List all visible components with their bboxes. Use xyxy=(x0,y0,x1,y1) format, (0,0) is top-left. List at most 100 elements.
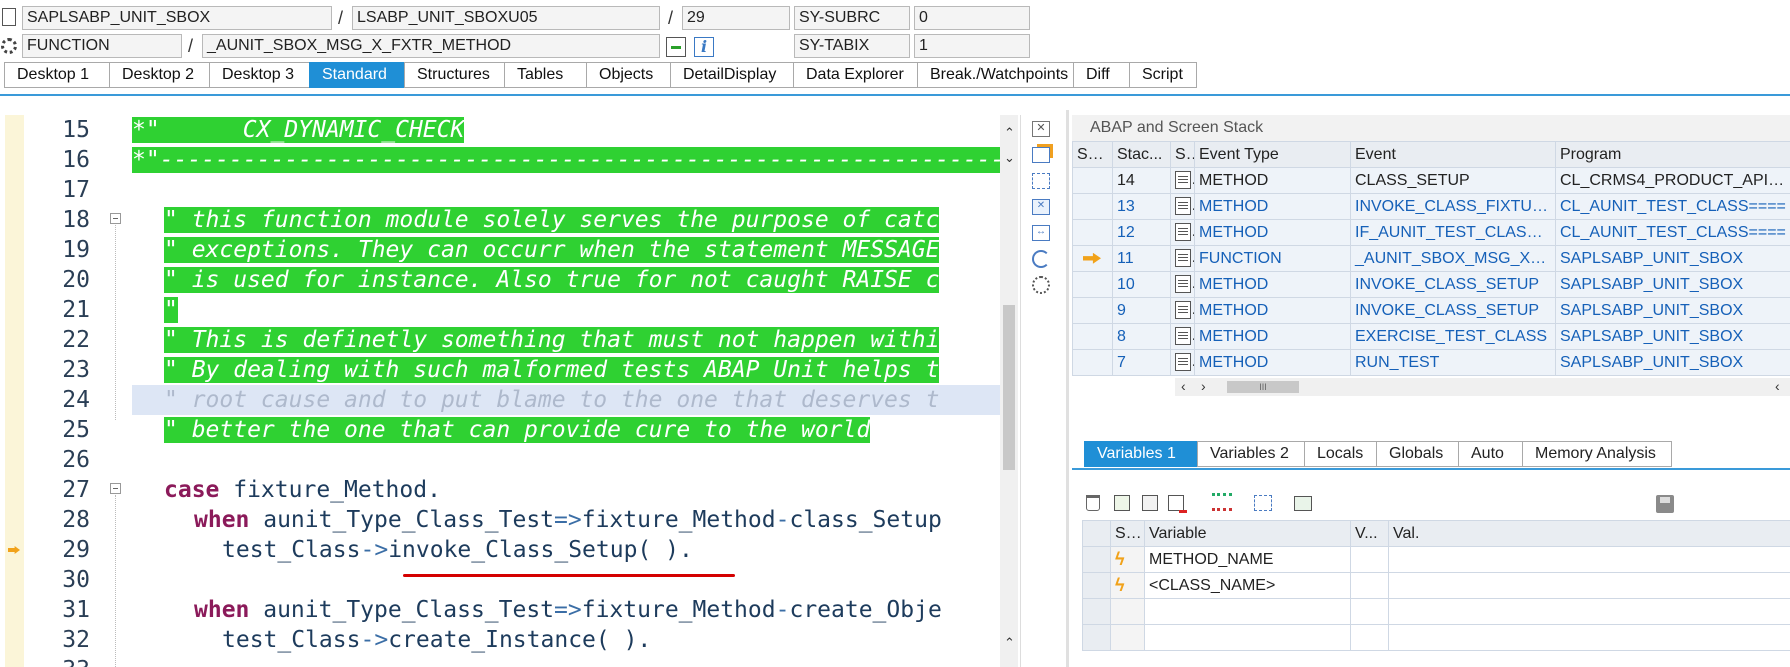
scroll-down-icon[interactable]: ⌄ xyxy=(1004,150,1015,166)
expand-all-icon[interactable] xyxy=(1212,493,1232,511)
new-window-icon[interactable] xyxy=(1030,145,1052,165)
tab-structures[interactable]: Structures xyxy=(404,62,504,88)
scroll-up-icon[interactable]: ⌃ xyxy=(1004,635,1015,651)
remove-row-icon[interactable] xyxy=(1168,495,1187,513)
insert-row-icon[interactable] xyxy=(1114,495,1130,511)
tab-breakpoints[interactable]: Break./Watchpoints xyxy=(917,62,1073,88)
event-name[interactable]: IF_AUNIT_TEST_CLASS_H... xyxy=(1350,219,1556,246)
stack-hscrollbar[interactable]: ‹ › III ‹ xyxy=(1175,378,1790,396)
source-editor[interactable]: 15 16 17 18 19 20 21 22 23 24 25 26 27 2… xyxy=(24,115,1002,667)
program-name[interactable]: SAPLSABP_UNIT_SBOX xyxy=(1555,297,1790,324)
variable-value[interactable] xyxy=(1388,598,1790,625)
column-header[interactable]: Event Type xyxy=(1194,141,1351,168)
close-pane-icon[interactable]: ✕ xyxy=(1030,119,1052,139)
program-name[interactable]: SAPLSABP_UNIT_SBOX xyxy=(1555,349,1790,376)
variable-name[interactable] xyxy=(1144,624,1351,651)
table-row[interactable]: 11 FUNCTION _AUNIT_SBOX_MSG_X_FX... SAPL… xyxy=(1072,245,1790,272)
tab-memory-analysis[interactable]: Memory Analysis xyxy=(1522,441,1672,467)
function-name-field[interactable]: _AUNIT_SBOX_MSG_X_FXTR_METHOD xyxy=(202,34,660,58)
scroll-thumb[interactable] xyxy=(1003,305,1015,470)
event-name[interactable]: INVOKE_CLASS_SETUP xyxy=(1350,271,1556,298)
delete-icon[interactable] xyxy=(1086,495,1100,511)
table-row[interactable] xyxy=(1082,624,1790,651)
type-field[interactable]: FUNCTION xyxy=(22,34,182,58)
column-header[interactable]: V... xyxy=(1350,520,1389,547)
event-name[interactable]: RUN_TEST xyxy=(1350,349,1556,376)
column-header[interactable]: S... xyxy=(1170,141,1195,168)
event-name[interactable]: _AUNIT_SBOX_MSG_X_FX... xyxy=(1350,245,1556,272)
row-selector[interactable] xyxy=(1082,624,1111,651)
tab-detaildisplay[interactable]: DetailDisplay xyxy=(670,62,793,88)
program-name[interactable]: SAPLSABP_UNIT_SBOX xyxy=(1555,323,1790,350)
table-row[interactable]: 9 METHOD INVOKE_CLASS_SETUP SAPLSABP_UNI… xyxy=(1072,297,1790,324)
resize-icon[interactable]: ↔ xyxy=(1030,223,1052,243)
program-name[interactable]: CL_AUNIT_TEST_CLASS==== xyxy=(1555,219,1790,246)
program-name[interactable]: SAPLSABP_UNIT_SBOX xyxy=(1555,271,1790,298)
pane-splitter[interactable] xyxy=(1066,110,1069,667)
column-header[interactable]: Sta... xyxy=(1072,141,1113,168)
variable-name[interactable]: <CLASS_NAME> xyxy=(1144,572,1351,599)
insert-row-below-icon[interactable] xyxy=(1142,495,1158,511)
tab-variables-2[interactable]: Variables 2 xyxy=(1197,441,1304,467)
tab-objects[interactable]: Objects xyxy=(586,62,670,88)
maximize-icon[interactable]: ✕ xyxy=(1030,197,1052,217)
save-icon[interactable] xyxy=(1656,495,1674,513)
table-row[interactable]: ϟ METHOD_NAME xyxy=(1082,546,1790,573)
event-name[interactable]: EXERCISE_TEST_CLASS xyxy=(1350,323,1556,350)
line-field[interactable]: 29 xyxy=(682,6,790,30)
program-field[interactable]: SAPLSABP_UNIT_SBOX xyxy=(22,6,332,30)
info-icon[interactable]: i xyxy=(694,37,714,57)
editor-scrollbar[interactable]: ⌃ ⌄ ⌃ xyxy=(1000,115,1018,667)
column-header[interactable]: Stac... xyxy=(1112,141,1171,168)
swap-icon[interactable] xyxy=(1030,171,1052,191)
program-name[interactable]: SAPLSABP_UNIT_SBOX xyxy=(1555,245,1790,272)
column-header[interactable]: Variable xyxy=(1144,520,1351,547)
tab-desktop-2[interactable]: Desktop 2 xyxy=(109,62,209,88)
scroll-thumb[interactable]: III xyxy=(1227,381,1299,393)
tab-globals[interactable]: Globals xyxy=(1376,441,1458,467)
row-selector[interactable] xyxy=(1082,598,1111,625)
variable-value[interactable] xyxy=(1388,624,1790,651)
variable-value[interactable] xyxy=(1388,546,1790,573)
program-name[interactable]: CL_AUNIT_TEST_CLASS==== xyxy=(1555,193,1790,220)
scroll-left-icon[interactable]: ‹ xyxy=(1181,378,1186,394)
table-row[interactable]: 14 METHOD CLASS_SETUP CL_CRMS4_PRODUCT_A… xyxy=(1072,167,1790,194)
sysfield-value-2[interactable]: 1 xyxy=(914,34,1030,58)
tab-auto[interactable]: Auto xyxy=(1458,441,1522,467)
variable-name[interactable]: METHOD_NAME xyxy=(1144,546,1351,573)
table-row[interactable]: ϟ <CLASS_NAME> xyxy=(1082,572,1790,599)
column-header[interactable]: Program xyxy=(1555,141,1790,168)
tab-desktop-1[interactable]: Desktop 1 xyxy=(4,62,109,88)
tab-diff[interactable]: Diff xyxy=(1073,62,1129,88)
tab-locals[interactable]: Locals xyxy=(1304,441,1376,467)
fold-toggle[interactable] xyxy=(110,213,121,224)
tab-data-explorer[interactable]: Data Explorer xyxy=(793,62,917,88)
column-header[interactable]: Event xyxy=(1350,141,1556,168)
table-row[interactable]: 10 METHOD INVOKE_CLASS_SETUP SAPLSABP_UN… xyxy=(1072,271,1790,298)
scroll-right-icon[interactable]: › xyxy=(1201,378,1206,394)
event-name[interactable]: INVOKE_CLASS_SETUP xyxy=(1350,297,1556,324)
include-field[interactable]: LSABP_UNIT_SBOXU05 xyxy=(352,6,660,30)
table-row[interactable]: 13 METHOD INVOKE_CLASS_FIXTURE CL_AUNIT_… xyxy=(1072,193,1790,220)
table-row[interactable] xyxy=(1082,598,1790,625)
tab-standard[interactable]: Standard xyxy=(309,62,404,88)
program-name[interactable]: CL_CRMS4_PRODUCT_API==== xyxy=(1555,167,1790,194)
settings-icon[interactable] xyxy=(1030,275,1052,295)
scroll-up-icon[interactable]: ⌃ xyxy=(1004,125,1015,141)
variable-name[interactable] xyxy=(1144,598,1351,625)
tab-tables[interactable]: Tables xyxy=(504,62,586,88)
table-row[interactable]: 7 METHOD RUN_TEST SAPLSABP_UNIT_SBOX xyxy=(1072,349,1790,376)
transfer-icon[interactable] xyxy=(1254,495,1272,511)
fold-toggle[interactable] xyxy=(110,483,121,494)
variable-value[interactable] xyxy=(1388,572,1790,599)
event-name[interactable]: CLASS_SETUP xyxy=(1350,167,1556,194)
refresh-icon[interactable] xyxy=(1030,249,1052,269)
tab-desktop-3[interactable]: Desktop 3 xyxy=(209,62,309,88)
table-row[interactable]: 12 METHOD IF_AUNIT_TEST_CLASS_H... CL_AU… xyxy=(1072,219,1790,246)
column-header[interactable]: Val. xyxy=(1388,520,1790,547)
row-selector[interactable] xyxy=(1082,572,1111,599)
export-icon[interactable] xyxy=(1294,496,1312,511)
event-name[interactable]: INVOKE_CLASS_FIXTURE xyxy=(1350,193,1556,220)
breakpoint-gutter[interactable] xyxy=(5,115,25,667)
scroll-left-icon[interactable]: ‹ xyxy=(1775,378,1780,394)
